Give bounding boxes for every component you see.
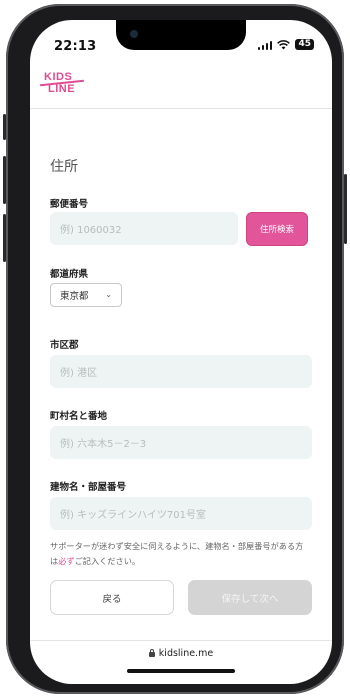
url-text: kidsline.me	[158, 647, 214, 659]
city-input[interactable]: 例) 港区	[50, 355, 312, 388]
power-button	[344, 174, 347, 244]
volume-up-button	[3, 156, 6, 204]
note-required: 必ず	[58, 556, 75, 566]
postal-code-input[interactable]: 例) 1060032	[50, 212, 238, 245]
side-button-left	[3, 114, 6, 140]
home-indicator[interactable]	[127, 669, 235, 673]
browser-url-bar[interactable]: kidsline.me	[30, 640, 332, 665]
phone-frame: 22:13 45 KIDS LINE 住所 郵便番号 例) 1060032 住所…	[3, 4, 347, 694]
chevron-down-icon: ⌄	[105, 290, 112, 299]
lock-icon	[148, 648, 155, 657]
page-title: 住所	[50, 159, 78, 175]
building-input[interactable]: 例) キッズラインハイツ701号室	[50, 497, 312, 530]
app-header: KIDS LINE	[30, 62, 332, 109]
note-line1: サポーターが迷わず安全に伺えるように、建物名・部屋番号がある方	[50, 541, 304, 551]
building-label: 建物名・部屋番号	[50, 482, 127, 493]
logo-line2: LINE	[48, 83, 76, 95]
save-and-next-button[interactable]: 保存して次へ	[188, 580, 312, 615]
status-icons: 45	[257, 39, 314, 50]
note-line2-prefix: は	[50, 556, 59, 566]
postal-code-label: 郵便番号	[50, 199, 89, 210]
status-time: 22:13	[54, 39, 97, 54]
note-line2-suffix: ご記入ください。	[74, 556, 141, 566]
wifi-icon	[277, 39, 291, 49]
back-button[interactable]: 戻る	[50, 580, 174, 615]
prefecture-select[interactable]: 東京都 ⌄	[50, 283, 122, 307]
prefecture-label: 都道府県	[50, 269, 89, 280]
town-label: 町村名と番地	[50, 411, 108, 422]
prefecture-selected-value: 東京都	[60, 291, 89, 302]
cellular-signal-icon	[257, 40, 273, 50]
address-search-button[interactable]: 住所検索	[246, 212, 308, 246]
city-label: 市区郡	[50, 340, 79, 351]
volume-down-button	[3, 214, 6, 262]
kidsline-logo[interactable]: KIDS LINE	[40, 68, 84, 100]
notch	[116, 20, 246, 50]
camera-icon	[130, 30, 138, 38]
screen: 22:13 45 KIDS LINE 住所 郵便番号 例) 1060032 住所…	[30, 20, 332, 684]
battery-icon: 45	[295, 39, 314, 50]
building-note: サポーターが迷わず安全に伺えるように、建物名・部屋番号がある方 は必ずご記入くだ…	[50, 539, 312, 569]
town-input[interactable]: 例) 六本木5－2－3	[50, 426, 312, 459]
